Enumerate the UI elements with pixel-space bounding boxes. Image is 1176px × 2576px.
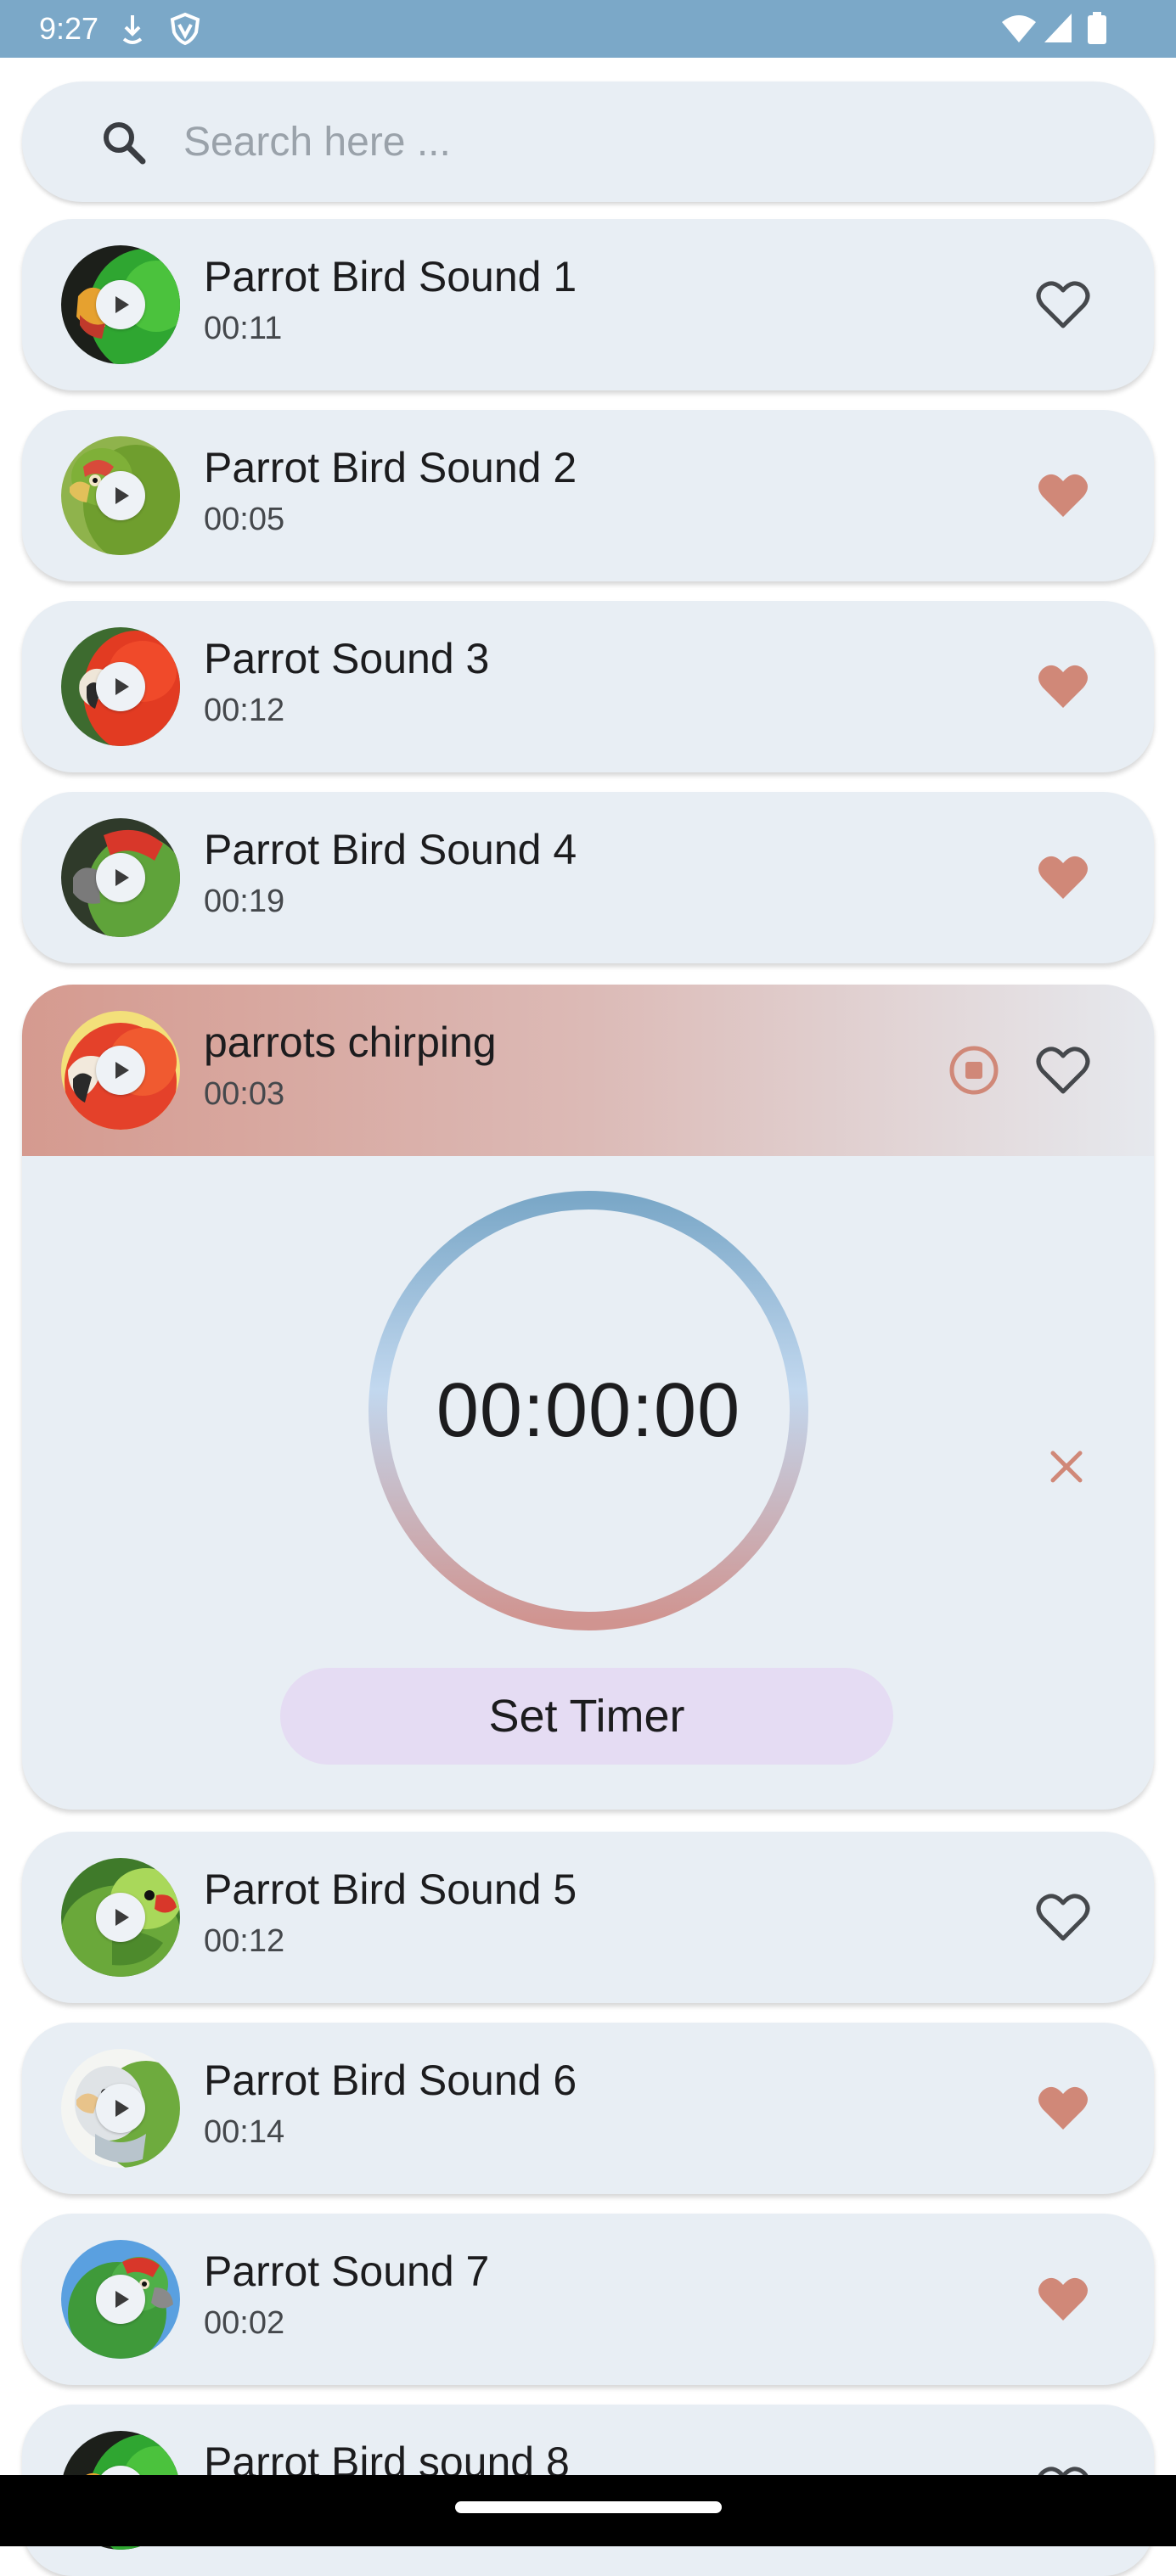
sound-card[interactable]: Parrot Bird Sound 5 00:12 (22, 1832, 1154, 2003)
sound-card[interactable]: Parrot Bird Sound 1 00:11 (22, 219, 1154, 390)
sound-title: Parrot Sound 7 (204, 2248, 490, 2295)
play-button[interactable] (96, 662, 145, 711)
play-button[interactable] (96, 2275, 145, 2324)
play-button[interactable] (96, 1893, 145, 1942)
status-time: 9:27 (39, 11, 99, 46)
navigation-bar (0, 2475, 1176, 2546)
heart-outline-icon[interactable] (1036, 278, 1090, 331)
sound-duration: 00:02 (204, 2305, 285, 2341)
signal-icon (1044, 14, 1072, 42)
stop-icon[interactable] (948, 1044, 1000, 1097)
data-saver-icon (122, 15, 143, 44)
sound-thumbnail (61, 245, 180, 364)
sound-duration: 00:12 (204, 1923, 285, 1959)
sound-card[interactable]: Parrot Bird Sound 2 00:05 (22, 410, 1154, 581)
sound-card-expanded[interactable]: parrots chirping 00:03 00:00:00 Set Time… (22, 985, 1154, 1810)
sound-title: Parrot Bird Sound 1 (204, 253, 577, 300)
sound-card[interactable]: Parrot Sound 7 00:02 (22, 2214, 1154, 2385)
sound-card[interactable]: Parrot Sound 3 00:12 (22, 601, 1154, 772)
home-gesture-handle[interactable] (455, 2501, 722, 2513)
heart-filled-icon[interactable] (1036, 469, 1090, 522)
sound-title: parrots chirping (204, 1019, 497, 1066)
set-timer-button[interactable]: Set Timer (280, 1668, 893, 1765)
sound-thumbnail (61, 2049, 180, 2168)
sound-duration: 00:19 (204, 884, 285, 919)
play-button[interactable] (96, 1046, 145, 1095)
sound-duration: 00:05 (204, 502, 285, 537)
sound-thumbnail (61, 818, 180, 937)
sound-title: Parrot Bird Sound 6 (204, 2057, 577, 2104)
sound-title: Parrot Bird Sound 2 (204, 444, 577, 491)
sound-thumbnail (61, 2240, 180, 2359)
timer-display: 00:00:00 (436, 1367, 741, 1453)
sound-title: Parrot Bird Sound 4 (204, 826, 577, 873)
search-bar[interactable] (22, 81, 1154, 202)
play-button[interactable] (96, 280, 145, 329)
sound-duration: 00:12 (204, 693, 285, 728)
vpn-shield-icon (170, 12, 200, 46)
now-playing-header[interactable]: parrots chirping 00:03 (22, 985, 1154, 1156)
heart-outline-icon[interactable] (1036, 1891, 1090, 1944)
sound-title: Parrot Bird Sound 5 (204, 1866, 577, 1913)
wifi-icon (1002, 15, 1036, 42)
heart-filled-icon[interactable] (1036, 2273, 1090, 2326)
sound-title: Parrot Sound 3 (204, 635, 490, 682)
sound-thumbnail (61, 1858, 180, 1977)
sound-duration: 00:03 (204, 1076, 285, 1112)
close-icon[interactable] (1049, 1450, 1083, 1484)
heart-outline-icon[interactable] (1036, 1044, 1090, 1097)
play-button[interactable] (96, 853, 145, 902)
search-input[interactable] (183, 112, 1100, 171)
heart-filled-icon[interactable] (1036, 851, 1090, 904)
sound-thumbnail (61, 436, 180, 555)
sound-thumbnail (61, 627, 180, 746)
search-icon (104, 122, 146, 165)
play-button[interactable] (96, 471, 145, 520)
sound-duration: 00:11 (204, 311, 283, 346)
sound-duration: 00:14 (204, 2114, 285, 2150)
status-bar: 9:27 (0, 0, 1176, 58)
play-button[interactable] (96, 2084, 145, 2133)
heart-filled-icon[interactable] (1036, 660, 1090, 713)
battery-icon (1088, 12, 1106, 44)
sound-card[interactable]: Parrot Bird Sound 4 00:19 (22, 792, 1154, 963)
heart-filled-icon[interactable] (1036, 2082, 1090, 2135)
sound-thumbnail (61, 1011, 180, 1130)
sound-card[interactable]: Parrot Bird Sound 6 00:14 (22, 2023, 1154, 2194)
